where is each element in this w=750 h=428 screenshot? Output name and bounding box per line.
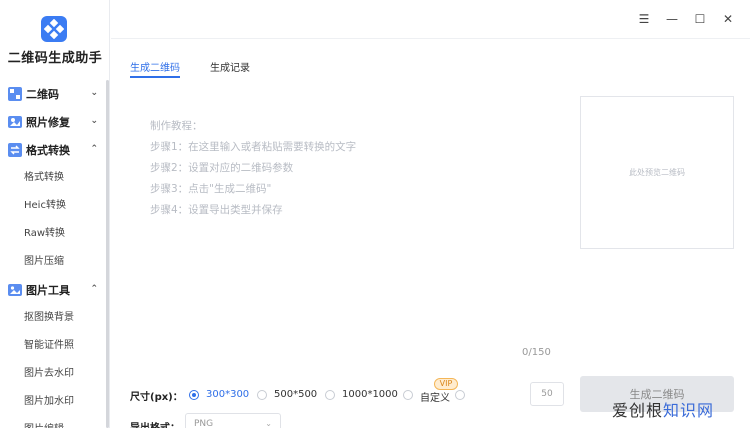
export-format-label: 导出格式：: [130, 419, 180, 428]
instruction-step: 步骤3：点击"生成二维码": [150, 183, 272, 195]
vip-badge: VIP: [434, 378, 458, 390]
sidebar-section-image-tools[interactable]: 图片工具 ⌃: [0, 276, 106, 304]
size-option-1000[interactable]: 1000*1000: [342, 389, 398, 400]
photo-repair-icon: [8, 115, 22, 129]
instruction-step: 步骤4：设置导出类型并保存: [150, 204, 283, 216]
active-tab-indicator: [130, 76, 180, 78]
tab-generate-qrcode[interactable]: 生成二维码: [130, 59, 180, 74]
sidebar-scrollbar[interactable]: [106, 80, 109, 428]
chevron-down-icon: ⌄: [265, 419, 272, 428]
tab-history[interactable]: 生成记录: [210, 59, 250, 74]
sidebar-item-format-convert[interactable]: 格式转换: [0, 164, 106, 192]
size-option-500[interactable]: 500*500: [274, 389, 317, 400]
window-controls: ☰ — ☐ ✕: [630, 10, 742, 28]
app-name: 二维码生成助手: [7, 51, 103, 66]
app-logo-icon: [41, 16, 67, 42]
image-tools-icon: [8, 283, 22, 297]
chevron-down-icon: ⌄: [90, 116, 98, 126]
watermark-text-accent: 知识网: [663, 401, 715, 420]
sidebar-item-image-edit[interactable]: 图片编辑: [0, 416, 106, 428]
size-radio-300[interactable]: [189, 390, 199, 400]
chevron-up-icon: ⌃: [90, 284, 98, 294]
size-option-300[interactable]: 300*300: [206, 389, 249, 400]
sidebar-section-qrcode[interactable]: 二维码 ⌄: [0, 80, 106, 108]
size-option-custom[interactable]: 自定义: [420, 389, 450, 404]
sidebar-section-label: 图片工具: [26, 284, 70, 297]
sidebar-section-photo-repair[interactable]: 照片修复 ⌄: [0, 108, 106, 136]
sidebar-section-format-convert[interactable]: 格式转换 ⌃: [0, 136, 106, 164]
instruction-step: 步骤1：在这里输入或者粘贴需要转换的文字: [150, 141, 357, 153]
size-radio-1000[interactable]: [325, 390, 335, 400]
sidebar-item-raw-convert[interactable]: Raw转换: [0, 220, 106, 248]
menu-icon[interactable]: ☰: [630, 10, 658, 28]
text-input-area[interactable]: 制作教程： 步骤1：在这里输入或者粘贴需要转换的文字 步骤2：设置对应的二维码参…: [150, 116, 560, 221]
qrcode-icon: [8, 87, 22, 101]
sidebar: 二维码生成助手 二维码 ⌄ 照片修复 ⌄ 格式转换 ⌃ 格式转换 Heic转换 …: [0, 0, 110, 428]
size-label: 尺寸(px)：: [130, 392, 183, 403]
sidebar-item-id-photo[interactable]: 智能证件照: [0, 332, 106, 360]
sidebar-item-cutout-background[interactable]: 抠图换背景: [0, 304, 106, 332]
sidebar-nav: 二维码 ⌄ 照片修复 ⌄ 格式转换 ⌃ 格式转换 Heic转换 Raw转换 图片…: [0, 80, 106, 428]
sidebar-section-label: 照片修复: [26, 116, 70, 129]
sidebar-item-add-watermark[interactable]: 图片加水印: [0, 388, 106, 416]
char-counter: 0/150: [522, 347, 551, 358]
sidebar-item-heic-convert[interactable]: Heic转换: [0, 192, 106, 220]
site-watermark: 爱创根知识网: [612, 397, 714, 421]
custom-size-input[interactable]: 50: [530, 382, 564, 406]
minimize-icon[interactable]: —: [658, 10, 686, 28]
close-icon[interactable]: ✕: [714, 10, 742, 28]
qrcode-preview: 此处预览二维码: [580, 96, 734, 249]
size-radio-500[interactable]: [257, 390, 267, 400]
titlebar-divider: [111, 38, 750, 39]
chevron-up-icon: ⌃: [90, 144, 98, 154]
sidebar-item-remove-watermark[interactable]: 图片去水印: [0, 360, 106, 388]
chevron-down-icon: ⌄: [90, 88, 98, 98]
sidebar-section-label: 格式转换: [26, 144, 70, 157]
format-convert-icon: [8, 143, 22, 157]
sidebar-item-image-compress[interactable]: 图片压缩: [0, 248, 106, 276]
instruction-step: 步骤2：设置对应的二维码参数: [150, 162, 294, 174]
export-format-value: PNG: [194, 419, 214, 428]
instruction-title: 制作教程：: [150, 120, 203, 132]
watermark-text: 爱创根: [612, 401, 664, 420]
app-window: 二维码生成助手 二维码 ⌄ 照片修复 ⌄ 格式转换 ⌃ 格式转换 Heic转换 …: [0, 0, 750, 428]
preview-placeholder: 此处预览二维码: [629, 168, 685, 177]
size-radio-custom-alt[interactable]: [455, 390, 465, 400]
maximize-icon[interactable]: ☐: [686, 10, 714, 28]
sidebar-section-label: 二维码: [26, 88, 59, 101]
export-format-select[interactable]: PNG ⌄: [185, 413, 281, 428]
size-radio-custom[interactable]: [403, 390, 413, 400]
